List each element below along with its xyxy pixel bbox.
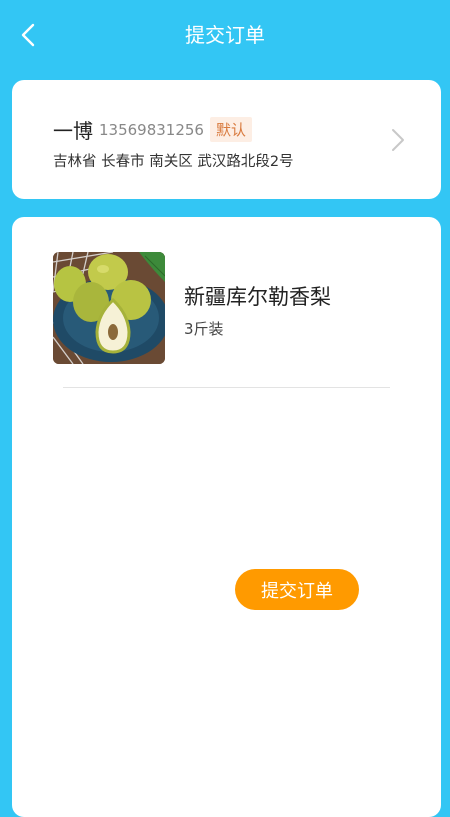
recipient-phone: 13569831256 (99, 120, 204, 139)
page-title: 提交订单 (185, 23, 265, 47)
chevron-right-icon (392, 129, 404, 151)
address-summary: 一博 13569831256 默认 (53, 115, 252, 144)
top-bar: 提交订单 (0, 0, 450, 70)
product-name: 新疆库尔勒香梨 (184, 285, 331, 309)
address-card[interactable]: 一博 13569831256 默认 吉林省 长春市 南关区 武汉路北段2号 (12, 80, 441, 199)
pear-fruit-image (53, 252, 165, 364)
product-image (53, 252, 165, 364)
divider (63, 387, 390, 388)
address-detail: 吉林省 长春市 南关区 武汉路北段2号 (53, 154, 294, 170)
submit-order-button[interactable]: 提交订单 (235, 569, 359, 610)
default-badge: 默认 (209, 117, 252, 142)
product-card: 新疆库尔勒香梨 3斤装 提交订单 (12, 217, 441, 817)
recipient-name: 一博 (53, 119, 93, 143)
product-spec: 3斤装 (184, 320, 224, 338)
